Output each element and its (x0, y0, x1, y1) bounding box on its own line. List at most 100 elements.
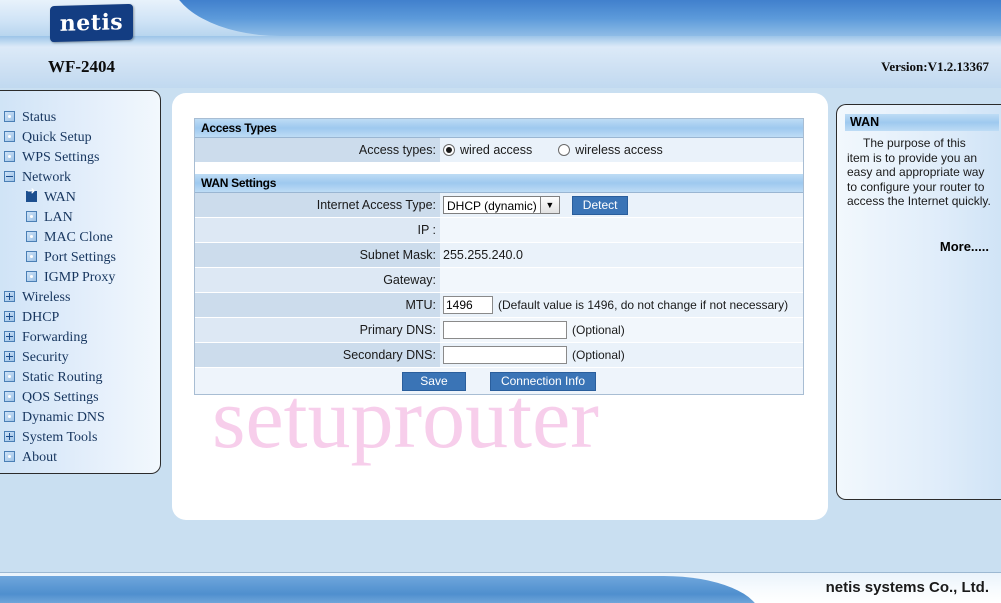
secondary-dns-hint: (Optional) (572, 348, 625, 362)
sidebar-item-label: MAC Clone (44, 230, 113, 245)
connection-info-button[interactable]: Connection Info (489, 371, 597, 391)
page-footer: netis systems Co., Ltd. (0, 572, 1001, 603)
wan-settings-section-header: WAN Settings (195, 174, 803, 193)
access-types-section-header: Access Types (195, 119, 803, 138)
sidebar-item-about[interactable]: About (0, 448, 160, 468)
sidebar-item-label: QOS Settings (22, 390, 99, 405)
sidebar-item-label: Port Settings (44, 250, 116, 265)
plus-icon (4, 311, 15, 322)
mtu-input[interactable]: 1496 (443, 296, 493, 314)
radio-wired-access-label: wired access (460, 143, 533, 157)
sidebar-item-label: IGMP Proxy (44, 270, 116, 285)
help-panel: WAN The purpose of this item is to provi… (836, 104, 1001, 500)
sidebar-item-label: Forwarding (22, 330, 88, 345)
mtu-label: MTU: (195, 293, 440, 317)
node-icon (4, 131, 15, 142)
router-model-name: WF-2404 (48, 57, 116, 76)
sidebar-item-forwarding[interactable]: Forwarding (0, 328, 160, 348)
title-bar: WF-2404 Version:V1.2.13367 (0, 47, 1001, 88)
internet-access-type-select[interactable]: DHCP (dynamic) ▼ (443, 196, 560, 214)
sidebar-item-wan[interactable]: WAN (0, 186, 160, 208)
node-icon (26, 231, 37, 242)
sidebar-item-port-settings[interactable]: Port Settings (0, 248, 160, 268)
sidebar-item-label: Static Routing (22, 370, 103, 385)
secondary-dns-input[interactable] (443, 346, 567, 364)
help-more-link[interactable]: More..... (837, 239, 1001, 254)
secondary-dns-row: Secondary DNS: (Optional) (195, 343, 803, 368)
sidebar-item-qos-settings[interactable]: QOS Settings (0, 388, 160, 408)
node-icon (26, 271, 37, 282)
company-name: netis systems Co., Ltd. (825, 579, 989, 596)
primary-dns-input[interactable] (443, 321, 567, 339)
secondary-dns-label: Secondary DNS: (195, 343, 440, 367)
banner-underline-decoration (0, 36, 1001, 47)
mtu-row: MTU: 1496 (Default value is 1496, do not… (195, 293, 803, 318)
plus-icon (4, 291, 15, 302)
mtu-value: 1496 (Default value is 1496, do not chan… (440, 293, 803, 317)
subnet-mask-value: 255.255.240.0 (440, 243, 803, 267)
banner-swoosh-decoration (170, 0, 1001, 36)
sidebar-item-network[interactable]: Network (0, 168, 160, 188)
sidebar-item-wps-settings[interactable]: WPS Settings (0, 148, 160, 168)
sidebar-item-label: Dynamic DNS (22, 410, 105, 425)
sidebar-item-static-routing[interactable]: Static Routing (0, 368, 160, 388)
plus-icon (4, 431, 15, 442)
sidebar-item-label: About (22, 450, 57, 465)
plus-icon (4, 331, 15, 342)
top-banner: netis (0, 0, 1001, 47)
gateway-label: Gateway: (195, 268, 440, 292)
primary-dns-row: Primary DNS: (Optional) (195, 318, 803, 343)
minus-icon (4, 171, 15, 182)
sidebar-item-status[interactable]: Status (0, 108, 160, 128)
sidebar-item-label: System Tools (22, 430, 98, 445)
node-icon (4, 391, 15, 402)
sidebar-item-lan[interactable]: LAN (0, 208, 160, 228)
node-icon (4, 451, 15, 462)
sidebar-item-label: Network (22, 170, 71, 185)
settings-form: Access Types Access types: wired access … (194, 118, 804, 395)
netis-logo: netis (50, 3, 133, 43)
sidebar-item-quick-setup[interactable]: Quick Setup (0, 128, 160, 148)
ip-row: IP : (195, 218, 803, 243)
node-icon (4, 151, 15, 162)
node-icon (4, 111, 15, 122)
sidebar-item-label: Status (22, 110, 57, 125)
radio-wireless-access[interactable] (558, 144, 571, 156)
sidebar-item-security[interactable]: Security (0, 348, 160, 368)
plus-icon (4, 351, 15, 362)
internet-access-type-value: DHCP (dynamic) ▼ Detect (440, 193, 803, 217)
sidebar-item-label: Quick Setup (22, 130, 92, 145)
footer-swoosh-decoration (0, 576, 760, 603)
internet-access-type-label: Internet Access Type: (195, 193, 440, 217)
access-types-label: Access types: (195, 138, 440, 162)
section-spacer (195, 163, 803, 174)
detect-button[interactable]: Detect (571, 195, 629, 215)
sidebar-navigation: Status Quick Setup WPS Settings Network WAN L… (0, 90, 161, 474)
secondary-dns-value: (Optional) (440, 343, 803, 367)
help-panel-body: The purpose of this item is to provide y… (847, 136, 991, 208)
firmware-version-label: Version:V1.2.13367 (881, 59, 989, 74)
sidebar-item-system-tools[interactable]: System Tools (0, 428, 160, 448)
sidebar-item-wireless[interactable]: Wireless (0, 288, 160, 308)
radio-wired-access[interactable] (443, 144, 455, 156)
primary-dns-value: (Optional) (440, 318, 803, 342)
mtu-hint: (Default value is 1496, do not change if… (498, 298, 789, 312)
internet-access-type-selected-option: DHCP (dynamic) (447, 199, 537, 213)
sidebar-item-dynamic-dns[interactable]: Dynamic DNS (0, 408, 160, 428)
gateway-row: Gateway: (195, 268, 803, 293)
access-types-options: wired access wireless access (440, 138, 803, 162)
sidebar-item-dhcp[interactable]: DHCP (0, 308, 160, 328)
sidebar-item-label: Wireless (22, 290, 71, 305)
sidebar-item-label: WPS Settings (22, 150, 100, 165)
sidebar-item-igmp-proxy[interactable]: IGMP Proxy (0, 268, 160, 288)
sidebar-item-label: WAN (44, 190, 76, 205)
sidebar-item-label: Security (22, 350, 69, 365)
arrow-icon (26, 186, 37, 202)
help-panel-title: WAN (845, 114, 999, 131)
main-content-panel: setuprouter Access Types Access types: w… (172, 93, 828, 520)
primary-dns-label: Primary DNS: (195, 318, 440, 342)
subnet-mask-label: Subnet Mask: (195, 243, 440, 267)
sidebar-item-mac-clone[interactable]: MAC Clone (0, 228, 160, 248)
node-icon (4, 371, 15, 382)
save-button[interactable]: Save (401, 371, 466, 391)
